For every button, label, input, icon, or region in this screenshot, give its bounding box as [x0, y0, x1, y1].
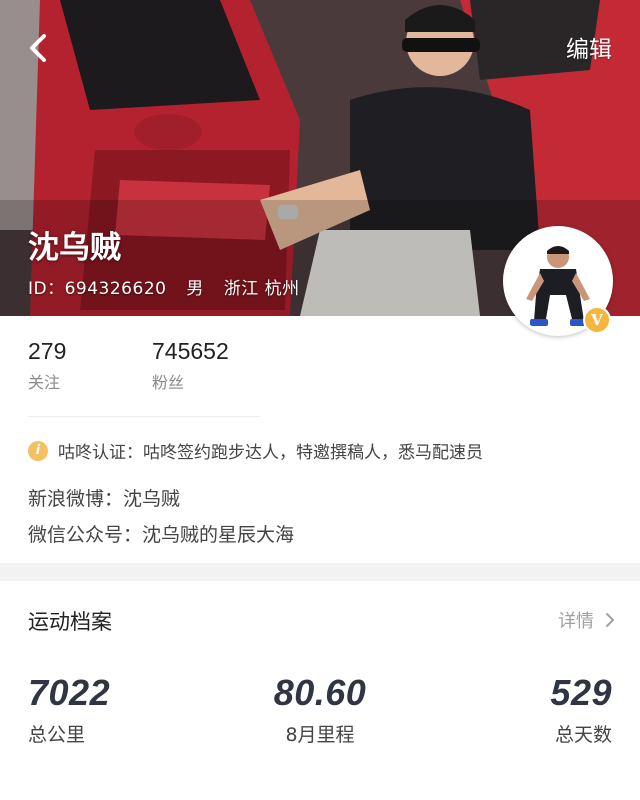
following-count: 279 [28, 338, 67, 364]
certification-row: i 咕咚认证：咕咚签约跑步达人，特邀撰稿人，悉马配速员 [28, 438, 483, 463]
following-label: 关注 [28, 373, 61, 392]
metric-label: 总公里 [28, 724, 86, 746]
metric-value: 529 [550, 672, 612, 713]
wechat-info: 微信公众号：沈乌贼的星辰大海 [28, 524, 295, 546]
section-separator [0, 563, 640, 581]
divider [28, 416, 260, 417]
chevron-left-icon [30, 34, 46, 62]
metric-value: 7022 [28, 672, 111, 713]
metric-label: 8月里程 [285, 724, 355, 746]
sports-profile-title: 运动档案 [28, 610, 112, 634]
metric-label: 总天数 [554, 724, 612, 746]
metric-total-km[interactable]: 7022 总公里 [28, 672, 110, 747]
metric-value: 80.60 [273, 672, 367, 713]
details-link[interactable]: 详情 [558, 607, 616, 633]
edit-button[interactable]: 编辑 [566, 30, 612, 64]
profile-id: ID：694326620 [28, 279, 167, 299]
profile-meta: ID：694326620 男 浙江 杭州 [28, 274, 314, 299]
profile-location: 浙江 杭州 [223, 279, 300, 299]
back-button[interactable] [20, 28, 60, 68]
profile-gender: 男 [186, 279, 204, 299]
fans-count: 745652 [152, 338, 229, 364]
metric-month-km[interactable]: 80.60 8月里程 [268, 672, 372, 747]
profile-nickname: 沈乌贼 [28, 230, 121, 266]
metric-total-days[interactable]: 529 总天数 [550, 672, 612, 747]
info-icon: i [28, 440, 48, 461]
certification-text: 咕咚认证：咕咚签约跑步达人，特邀撰稿人，悉马配速员 [58, 443, 483, 463]
following-stat[interactable]: 279 关注 [28, 338, 66, 393]
fans-stat[interactable]: 745652 粉丝 [152, 338, 229, 393]
verified-badge: V [583, 306, 611, 334]
chevron-right-icon [606, 613, 614, 627]
details-label: 详情 [558, 611, 594, 632]
weibo-info: 新浪微博：沈乌贼 [28, 488, 181, 510]
fans-label: 粉丝 [152, 373, 185, 392]
